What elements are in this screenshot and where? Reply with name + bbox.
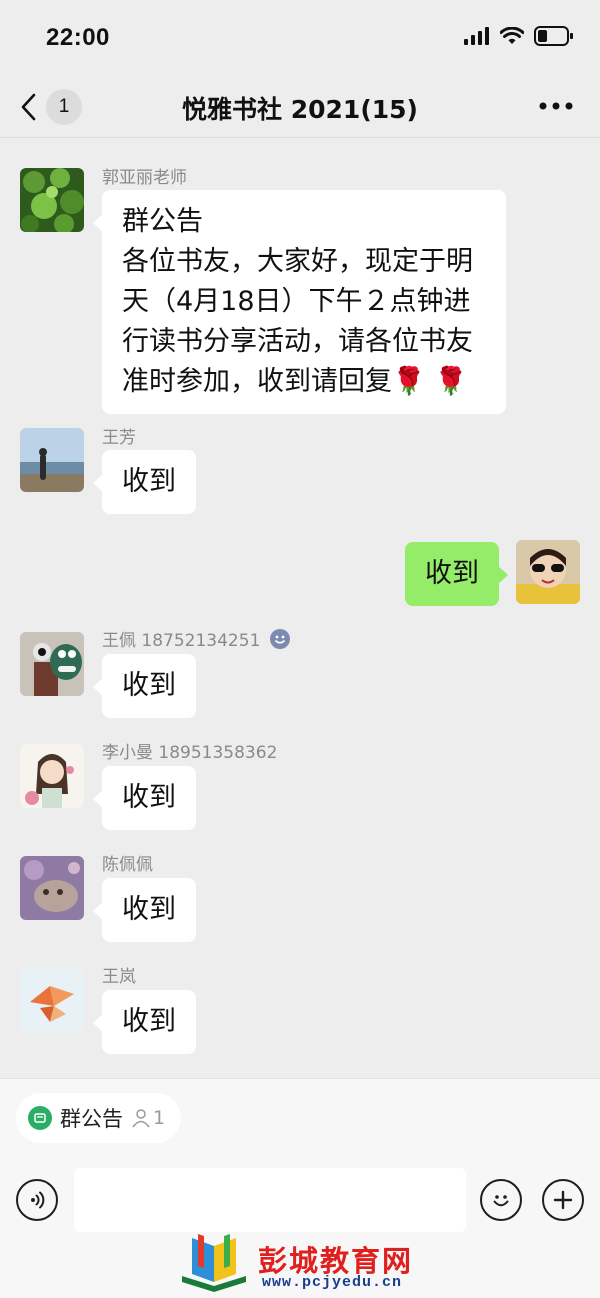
notice-bubble[interactable]: 群公告 各位书友，大家好，现定于明天（4月18日）下午２点钟进行读书分享活动，请… <box>93 190 506 414</box>
watermark: 彭城教育网 www.pcjyedu.cn <box>178 1232 434 1292</box>
status-icons <box>464 26 574 46</box>
more-actions-button[interactable] <box>542 1179 584 1221</box>
avatar-paper-crane[interactable] <box>20 968 84 1032</box>
battery-icon <box>534 26 573 46</box>
avatar-clover[interactable] <box>20 168 84 232</box>
watermark-url: www.pcjyedu.cn <box>262 1274 403 1291</box>
sender-name: 王岚 <box>102 967 136 987</box>
voice-icon <box>31 1191 45 1209</box>
notice-chip-label: 群公告 <box>60 1107 123 1131</box>
rose-emoji: 🌹 🌹 <box>392 366 468 397</box>
avatar-lakeside[interactable] <box>20 428 84 492</box>
notice-heading: 群公告 <box>122 206 203 237</box>
avatar-self[interactable] <box>516 540 580 604</box>
person-icon <box>132 1109 150 1128</box>
more-button[interactable] <box>536 94 576 118</box>
avatar-cartoon[interactable] <box>20 632 84 696</box>
smile-status-icon <box>270 628 291 649</box>
message-bubble[interactable]: 收到 <box>93 990 196 1054</box>
avatar-illustrated-girl[interactable] <box>20 744 84 808</box>
status-bar: 22:00 <box>0 0 600 76</box>
sender-name: 李小曼 18951358362 <box>102 743 278 763</box>
book-logo-icon <box>182 1234 246 1292</box>
chat-title: 悦雅书社 2021(15) <box>182 95 418 124</box>
more-icon <box>539 102 573 110</box>
wifi-icon <box>500 27 524 44</box>
voice-button[interactable] <box>16 1179 58 1221</box>
notice-read-count: 1 <box>131 1107 165 1129</box>
message-bubble[interactable]: 收到 <box>93 766 196 830</box>
sender-name: 王芳 <box>102 428 136 448</box>
emoji-icon <box>493 1195 509 1207</box>
signal-icon <box>464 27 489 45</box>
message-bubble[interactable]: 收到 <box>93 654 196 718</box>
plus-icon <box>553 1190 573 1210</box>
message-bubble[interactable]: 收到 <box>93 878 196 942</box>
chat-header: 1 悦雅书社 2021(15) <box>0 76 600 138</box>
message-input[interactable] <box>74 1168 466 1232</box>
avatar-cat[interactable] <box>20 856 84 920</box>
sender-name: 陈佩佩 <box>102 855 153 875</box>
own-message-bubble[interactable]: 收到 <box>405 542 508 606</box>
emoji-button[interactable] <box>480 1179 522 1221</box>
status-time: 22:00 <box>46 24 110 51</box>
input-toolbar <box>0 1165 600 1235</box>
group-notice-chip[interactable]: 群公告 1 <box>16 1093 182 1143</box>
message-bubble[interactable]: 收到 <box>93 450 196 514</box>
notice-icon <box>28 1106 52 1130</box>
sender-name: 王佩 18752134251 <box>102 626 291 651</box>
sender-name: 郭亚丽老师 <box>102 168 187 188</box>
